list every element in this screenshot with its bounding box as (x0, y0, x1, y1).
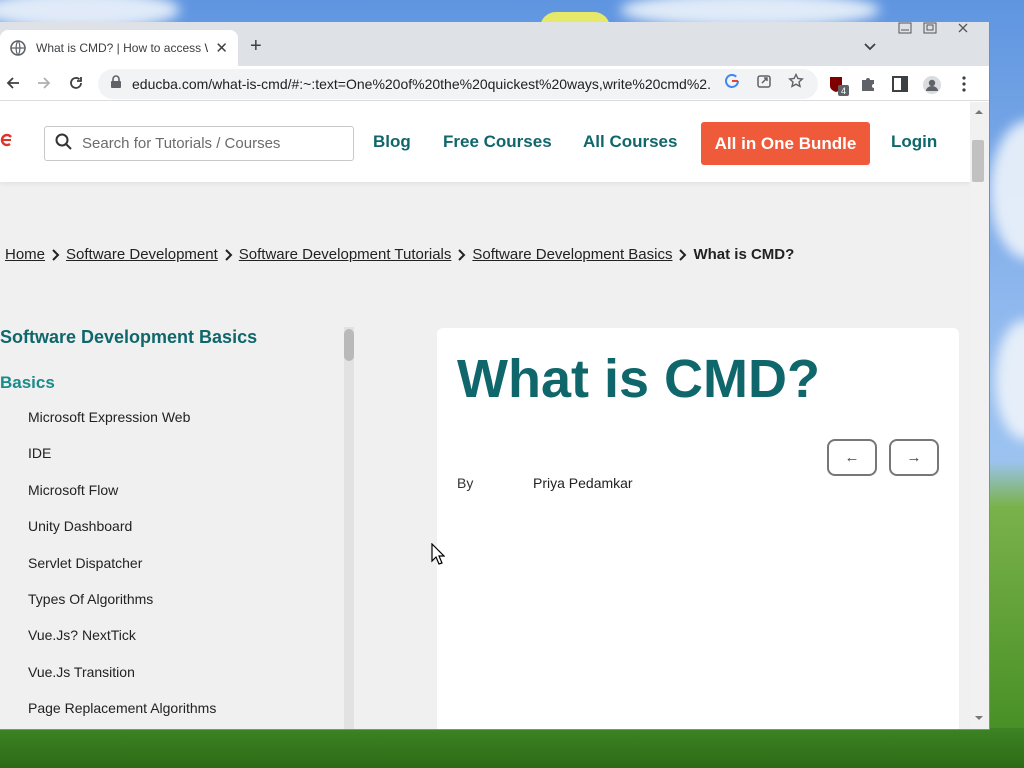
educba-logo[interactable] (0, 133, 12, 147)
sidebar-item[interactable]: Vue.Js Transition (0, 662, 345, 698)
sidebar-list: Microsoft Expression Web IDE Microsoft F… (0, 407, 345, 729)
browser-window: What is CMD? | How to access W ✕ + educb… (0, 22, 990, 730)
share-icon[interactable] (756, 73, 772, 89)
mouse-cursor (431, 542, 446, 565)
sidebar-item[interactable]: Vue.Js? NextTick (0, 625, 345, 661)
article-title: What is CMD? (457, 349, 820, 409)
minimize-button[interactable] (893, 22, 917, 38)
breadcrumb: Home Software Development Software Devel… (5, 246, 794, 263)
next-article-button[interactable]: → (889, 439, 939, 476)
prev-article-button[interactable]: ← (827, 439, 877, 476)
sidebar: Software Development Basics Basics Micro… (0, 327, 345, 729)
profile-avatar-icon[interactable] (922, 75, 941, 94)
breadcrumb-basics[interactable]: Software Development Basics (472, 246, 672, 263)
tab-search-dropdown-icon[interactable] (862, 38, 878, 54)
close-window-button[interactable] (951, 22, 975, 38)
nav-all-courses[interactable]: All Courses (583, 132, 677, 152)
globe-icon (10, 40, 26, 56)
forward-button[interactable] (33, 72, 55, 94)
search-icon (55, 133, 72, 155)
page-scrollbar[interactable] (970, 102, 989, 729)
address-bar[interactable]: educba.com/what-is-cmd/#:~:text=One%20of… (98, 69, 818, 99)
bookmark-star-icon[interactable] (788, 72, 804, 89)
sidebar-category[interactable]: Basics (0, 373, 345, 393)
breadcrumb-software-development[interactable]: Software Development (66, 246, 218, 263)
breadcrumb-home[interactable]: Home (5, 246, 45, 263)
restore-button[interactable] (918, 22, 942, 38)
breadcrumb-current: What is CMD? (693, 246, 795, 263)
nav-free-courses[interactable]: Free Courses (443, 132, 552, 152)
site-header: Blog Free Courses All Courses All in One… (0, 102, 970, 182)
page-viewport: Blog Free Courses All Courses All in One… (0, 102, 970, 729)
extension-badge: 4 (841, 86, 846, 96)
chevron-right-icon (678, 248, 687, 261)
browser-tab[interactable]: What is CMD? | How to access W ✕ (0, 30, 238, 66)
side-panel-icon[interactable] (891, 75, 909, 93)
sidebar-title[interactable]: Software Development Basics (0, 327, 345, 348)
sidebar-scrollbar[interactable] (344, 327, 354, 729)
chevron-right-icon (51, 248, 60, 261)
article-card: What is CMD? ← → By Priya Pedamkar (437, 328, 959, 729)
back-button[interactable] (2, 72, 24, 94)
browser-menu-icon[interactable] (955, 75, 973, 93)
sidebar-item[interactable]: Microsoft Flow (0, 480, 345, 516)
breadcrumb-tutorials[interactable]: Software Development Tutorials (239, 246, 452, 263)
ublock-extension-icon[interactable]: 4 (828, 75, 849, 96)
sidebar-item[interactable]: IDE (0, 443, 345, 479)
sidebar-item[interactable]: Microsoft Expression Web (0, 407, 345, 443)
nav-blog[interactable]: Blog (373, 132, 411, 152)
chevron-right-icon (224, 248, 233, 261)
chevron-right-icon (457, 248, 466, 261)
google-lens-icon[interactable] (724, 73, 740, 89)
sidebar-item[interactable]: Types Of Algorithms (0, 589, 345, 625)
lock-icon (110, 74, 122, 94)
tab-strip: What is CMD? | How to access W ✕ + (0, 22, 989, 66)
sidebar-item[interactable]: Servlet Dispatcher (0, 553, 345, 589)
reload-button[interactable] (65, 72, 87, 94)
tab-title: What is CMD? | How to access W (36, 41, 208, 55)
url-text: educba.com/what-is-cmd/#:~:text=One%20of… (132, 76, 712, 92)
site-search[interactable] (44, 126, 354, 161)
sidebar-item[interactable]: Unity Dashboard (0, 516, 345, 552)
search-input[interactable] (82, 135, 342, 152)
browser-toolbar: educba.com/what-is-cmd/#:~:text=One%20of… (0, 66, 989, 101)
all-in-one-bundle-button[interactable]: All in One Bundle (701, 122, 870, 165)
extensions-puzzle-icon[interactable] (859, 75, 877, 93)
sidebar-item[interactable]: Page Replacement Algorithms (0, 698, 345, 729)
byline-label: By (457, 475, 474, 491)
sidebar-scroll-thumb[interactable] (344, 329, 354, 361)
new-tab-button[interactable]: + (250, 36, 262, 56)
author-name[interactable]: Priya Pedamkar (533, 475, 633, 491)
tab-close-icon[interactable]: ✕ (215, 39, 228, 57)
page-scroll-thumb[interactable] (972, 140, 984, 182)
login-link[interactable]: Login (891, 132, 937, 152)
